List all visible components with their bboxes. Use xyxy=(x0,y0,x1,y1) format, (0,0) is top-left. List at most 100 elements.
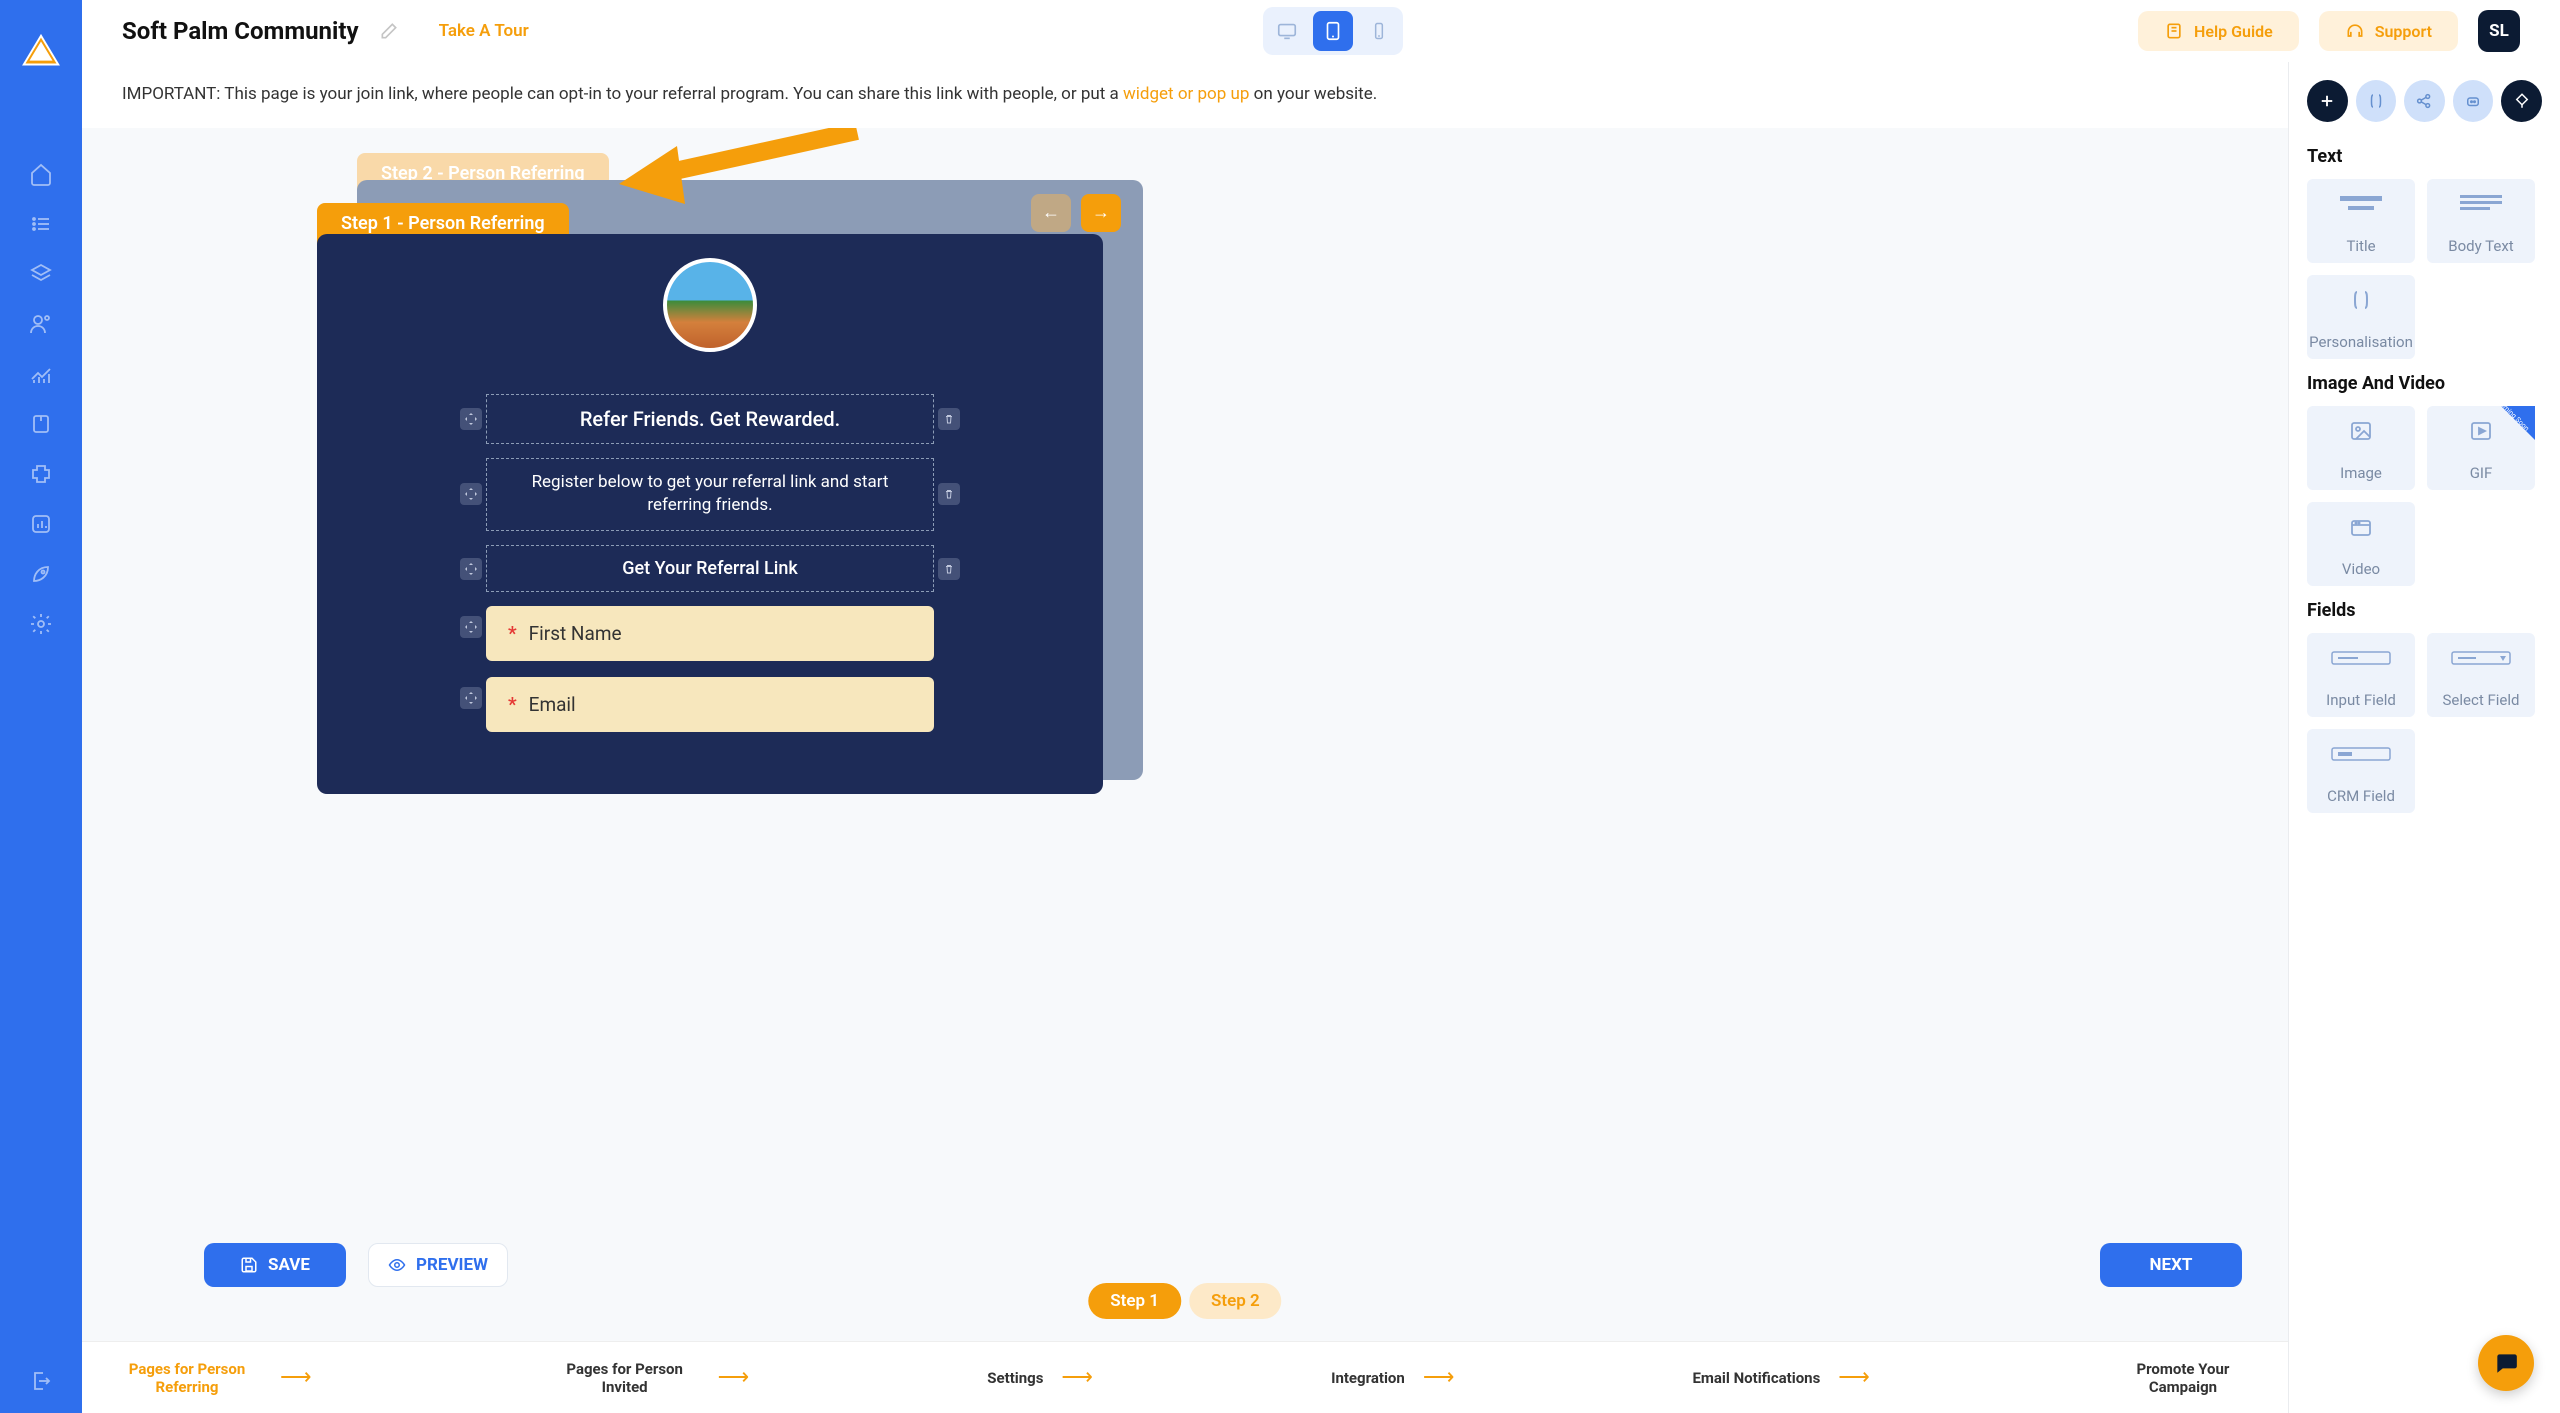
input-field-icon xyxy=(2328,647,2394,669)
eye-icon xyxy=(388,1256,406,1274)
title-icon xyxy=(2334,192,2388,216)
take-tour-link[interactable]: Take A Tour xyxy=(439,21,529,41)
subhead-text: Get Your Referral Link xyxy=(486,545,934,592)
fields-section-title: Fields xyxy=(2307,600,2542,621)
image-component[interactable]: Image xyxy=(2307,406,2415,490)
help-guide-button[interactable]: Help Guide xyxy=(2138,11,2299,51)
topbar: Soft Palm Community Take A Tour Help Gui… xyxy=(82,0,2560,62)
video-component[interactable]: Video xyxy=(2307,502,2415,586)
body-block[interactable]: Register below to get your referral link… xyxy=(486,458,934,532)
gif-component[interactable]: Coming Soon GIF xyxy=(2427,406,2535,490)
chat-icon xyxy=(2493,1350,2519,1376)
image-section-title: Image And Video xyxy=(2307,373,2542,394)
delete-icon[interactable] xyxy=(938,408,960,430)
input-field-component[interactable]: Input Field xyxy=(2307,633,2415,717)
preview-button[interactable]: PREVIEW xyxy=(368,1243,508,1287)
sidebar xyxy=(0,0,82,1413)
body-text: Register below to get your referral link… xyxy=(486,458,934,532)
text-section-title: Text xyxy=(2307,146,2542,167)
nav-list-icon[interactable] xyxy=(29,212,53,236)
device-switcher xyxy=(1263,7,1403,55)
headset-icon xyxy=(2345,21,2365,41)
components-panel: Text Title Body Text Personalisation Ima… xyxy=(2288,62,2560,1413)
crm-field-component[interactable]: CRM Field xyxy=(2307,729,2415,813)
info-banner: IMPORTANT: This page is your join link, … xyxy=(82,62,2288,128)
theme-button[interactable] xyxy=(2501,80,2542,122)
mobile-device-button[interactable] xyxy=(1359,11,1399,51)
step1-canvas: Refer Friends. Get Rewarded. Register be… xyxy=(317,234,1103,794)
wizard-footer: Pages for Person Referring ⟶ Pages for P… xyxy=(82,1341,2288,1413)
email-field-block[interactable]: * Email xyxy=(486,677,934,732)
firstname-field-block[interactable]: * First Name xyxy=(486,606,934,661)
personalisation-component[interactable]: Personalisation xyxy=(2307,275,2415,359)
add-element-button[interactable] xyxy=(2307,80,2348,122)
drag-handle-icon[interactable] xyxy=(460,558,482,580)
save-icon xyxy=(240,1256,258,1274)
step2-pill[interactable]: Step 2 xyxy=(1189,1283,1282,1319)
body-text-component[interactable]: Body Text xyxy=(2427,179,2535,263)
drag-handle-icon[interactable] xyxy=(460,687,482,709)
firstname-input[interactable]: * First Name xyxy=(486,606,934,661)
nav-puzzle-icon[interactable] xyxy=(29,462,53,486)
next-button[interactable]: NEXT xyxy=(2100,1243,2242,1287)
footer-step-6[interactable]: Promote Your Campaign xyxy=(2108,1360,2258,1396)
nav-home-icon[interactable] xyxy=(29,162,53,186)
image-icon xyxy=(2347,419,2375,443)
arrow-right-icon: ⟶ xyxy=(1423,1365,1455,1390)
support-button[interactable]: Support xyxy=(2319,11,2458,51)
save-button[interactable]: SAVE xyxy=(204,1243,346,1287)
variables-button[interactable] xyxy=(2356,80,2397,122)
braces-icon xyxy=(2346,288,2376,312)
desktop-device-button[interactable] xyxy=(1267,11,1307,51)
nav-rocket-icon[interactable] xyxy=(29,562,53,586)
arrow-right-icon: ⟶ xyxy=(280,1365,312,1390)
subhead-block[interactable]: Get Your Referral Link xyxy=(486,545,934,592)
select-field-component[interactable]: Select Field xyxy=(2427,633,2535,717)
email-input[interactable]: * Email xyxy=(486,677,934,732)
user-avatar[interactable]: SL xyxy=(2478,10,2520,52)
drag-handle-icon[interactable] xyxy=(460,483,482,505)
gif-icon xyxy=(2467,419,2495,443)
canvas-prev-button[interactable]: ← xyxy=(1031,194,1071,232)
arrow-right-icon: ⟶ xyxy=(1061,1365,1093,1390)
canvas-next-button[interactable]: → xyxy=(1081,194,1121,232)
campaign-title: Soft Palm Community xyxy=(122,17,359,45)
required-indicator: * xyxy=(508,693,517,716)
share-button[interactable] xyxy=(2404,80,2445,122)
settings-panel-button[interactable] xyxy=(2453,80,2494,122)
footer-step-4[interactable]: Integration xyxy=(1331,1369,1405,1387)
required-indicator: * xyxy=(508,622,517,645)
crm-field-icon xyxy=(2328,743,2394,765)
widget-popup-link[interactable]: widget or pop up xyxy=(1123,84,1249,104)
book-icon xyxy=(2164,21,2184,41)
step1-pill[interactable]: Step 1 xyxy=(1088,1283,1181,1319)
nav-analytics-icon[interactable] xyxy=(29,362,53,386)
chat-fab[interactable] xyxy=(2478,1335,2534,1391)
nav-layers-icon[interactable] xyxy=(29,262,53,286)
tablet-device-button[interactable] xyxy=(1313,11,1353,51)
canvas-viewport: Step 2 - Person Referring ← → Step 1 - P… xyxy=(82,128,2288,1342)
headline-text: Refer Friends. Get Rewarded. xyxy=(486,394,934,444)
footer-step-3[interactable]: Settings xyxy=(987,1369,1043,1387)
step-switcher: Step 1 Step 2 xyxy=(1088,1283,1281,1319)
footer-step-2[interactable]: Pages for Person Invited xyxy=(550,1360,700,1396)
body-text-icon xyxy=(2454,192,2508,216)
nav-user-icon[interactable] xyxy=(29,312,53,336)
title-component[interactable]: Title xyxy=(2307,179,2415,263)
nav-settings-icon[interactable] xyxy=(29,612,53,636)
footer-step-5[interactable]: Email Notifications xyxy=(1692,1369,1820,1387)
delete-icon[interactable] xyxy=(938,558,960,580)
nav-chart-icon[interactable] xyxy=(29,512,53,536)
delete-icon[interactable] xyxy=(938,483,960,505)
select-field-icon xyxy=(2448,647,2514,669)
nav-book-icon[interactable] xyxy=(29,412,53,436)
nav-logout-icon[interactable] xyxy=(29,1369,53,1393)
footer-step-1[interactable]: Pages for Person Referring xyxy=(112,1360,262,1396)
drag-handle-icon[interactable] xyxy=(460,616,482,638)
video-icon xyxy=(2347,515,2375,539)
drag-handle-icon[interactable] xyxy=(460,408,482,430)
app-logo xyxy=(18,30,64,76)
edit-title-icon[interactable] xyxy=(379,21,399,41)
headline-block[interactable]: Refer Friends. Get Rewarded. xyxy=(486,394,934,444)
brand-logo-circle[interactable] xyxy=(663,258,757,352)
